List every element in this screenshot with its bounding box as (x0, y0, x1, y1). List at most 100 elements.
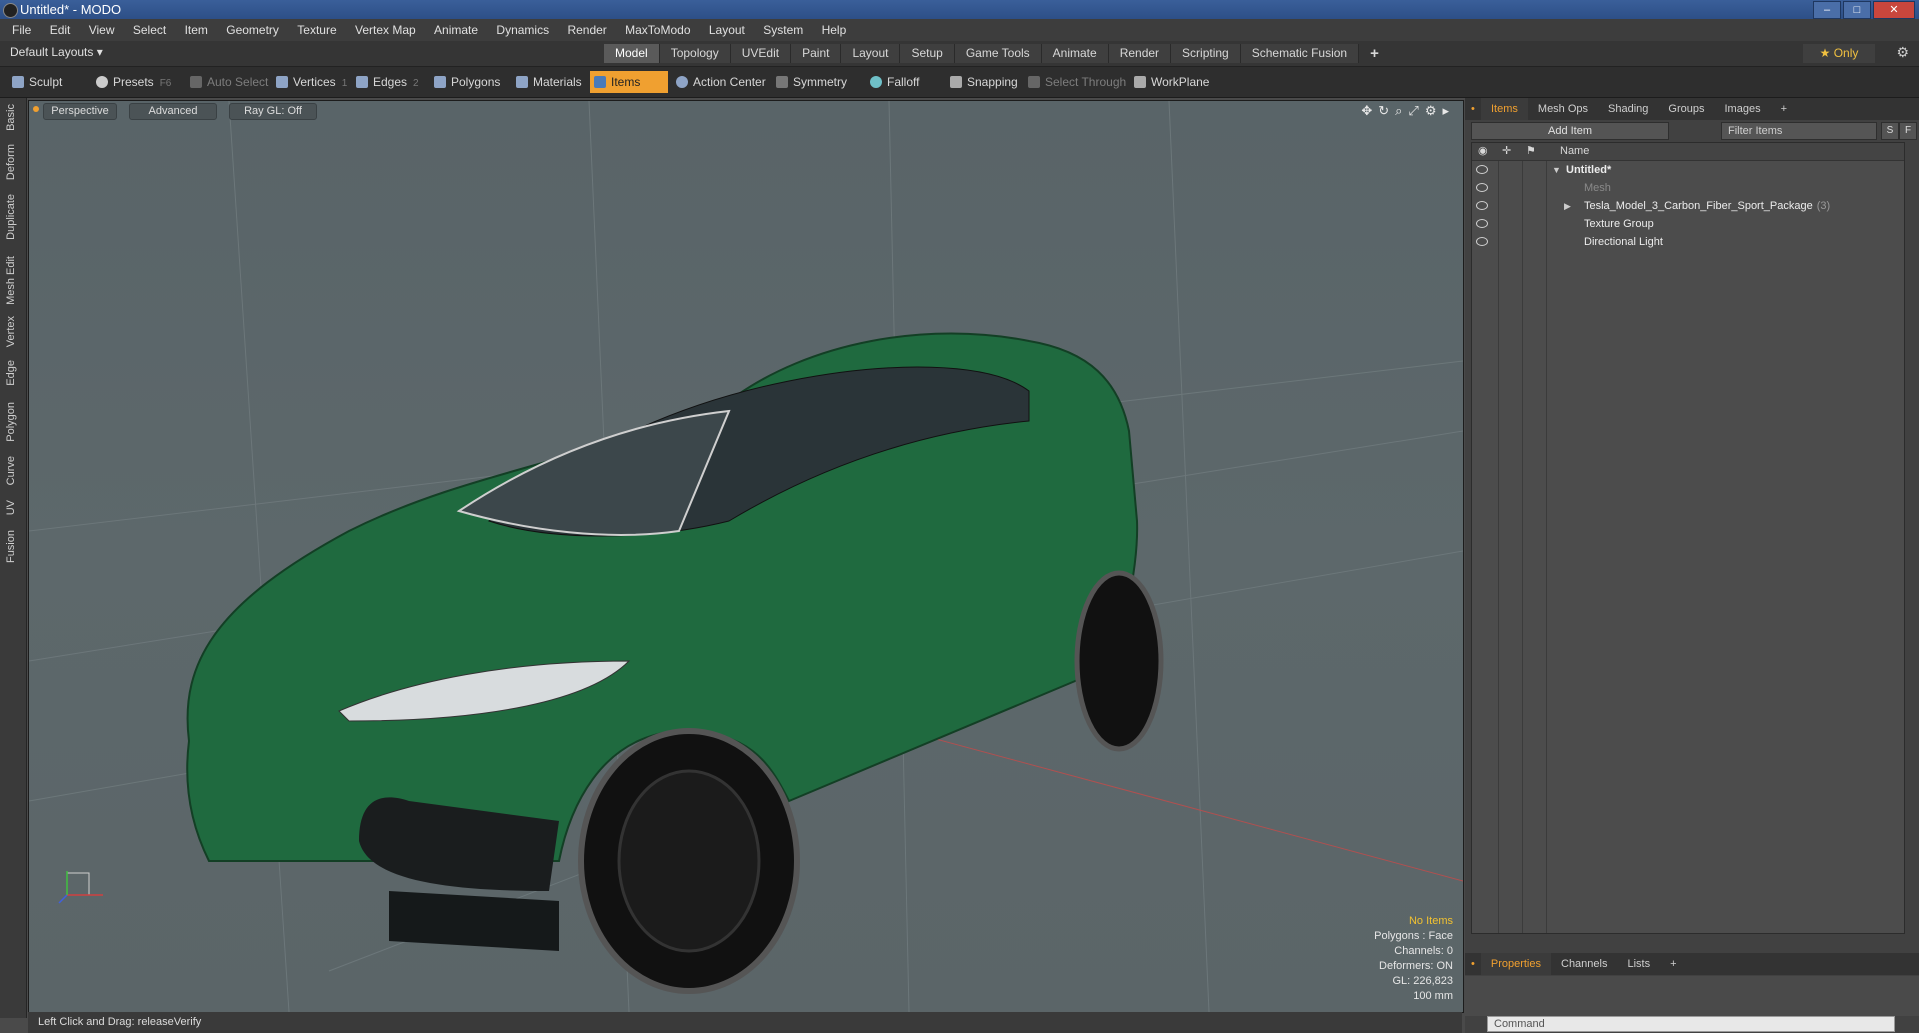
f-filter-button[interactable]: F (1899, 122, 1917, 140)
menu-maxtomodo[interactable]: MaxToModo (625, 23, 690, 37)
visibility-eye-icon[interactable] (1476, 237, 1488, 246)
zoom-view-icon[interactable]: ⌕ (1395, 103, 1402, 119)
menu-help[interactable]: Help (822, 23, 847, 37)
tab-groups[interactable]: Groups (1658, 98, 1714, 120)
menu-animate[interactable]: Animate (434, 23, 478, 37)
list-item[interactable]: Texture Group (1472, 215, 1904, 233)
select-through-button[interactable]: Select Through (1024, 71, 1130, 93)
expand-triangle-icon[interactable]: ▶ (1564, 197, 1571, 215)
x-axis-line (868, 720, 1463, 882)
falloff-button[interactable]: Falloff (866, 71, 923, 93)
viewport-settings-icon[interactable]: ⚙ (1425, 103, 1437, 119)
minimize-button[interactable]: – (1813, 1, 1841, 19)
materials-button[interactable]: Materials (512, 71, 586, 93)
tab-mesh-ops[interactable]: Mesh Ops (1528, 98, 1598, 120)
menu-texture[interactable]: Texture (297, 23, 336, 37)
symmetry-button[interactable]: Symmetry (772, 71, 851, 93)
action-center-button[interactable]: Action Center (672, 71, 770, 93)
visibility-eye-icon[interactable] (1476, 201, 1488, 210)
raygl-toggle[interactable]: Ray GL: Off (229, 103, 317, 120)
vertices-button[interactable]: Vertices 1 (272, 71, 351, 93)
left-tab-fusion[interactable]: Fusion (5, 530, 17, 563)
menu-view[interactable]: View (89, 23, 115, 37)
left-tab-edge[interactable]: Edge (5, 360, 17, 386)
add-item-dropdown[interactable]: Add Item (1471, 122, 1669, 140)
viewport-menu-dot[interactable] (33, 106, 39, 112)
3d-viewport[interactable]: Perspective Advanced Ray GL: Off ✥ ↻ ⌕ ⤢… (28, 100, 1464, 1013)
tab-animate[interactable]: Animate (1041, 44, 1109, 63)
list-item[interactable]: ▼ Untitled* (1472, 161, 1904, 179)
tab-topology[interactable]: Topology (659, 44, 731, 63)
left-tab-basic[interactable]: Basic (5, 104, 17, 131)
menu-file[interactable]: File (12, 23, 31, 37)
visibility-eye-icon[interactable] (1476, 183, 1488, 192)
collapse-triangle-icon[interactable]: ▼ (1552, 161, 1561, 179)
snapping-button[interactable]: Snapping (946, 71, 1022, 93)
left-tab-polygon[interactable]: Polygon (5, 402, 17, 442)
tab-schematic-fusion[interactable]: Schematic Fusion (1240, 44, 1360, 63)
workplane-button[interactable]: WorkPlane (1130, 71, 1213, 93)
menu-layout[interactable]: Layout (709, 23, 745, 37)
presets-button[interactable]: Presets F6 (92, 71, 175, 93)
menu-item[interactable]: Item (185, 23, 208, 37)
menu-dynamics[interactable]: Dynamics (496, 23, 549, 37)
tab-render[interactable]: Render (1108, 44, 1172, 63)
viewport-arrow-icon[interactable]: ▸ (1442, 103, 1449, 119)
polygons-button[interactable]: Polygons (430, 71, 504, 93)
tab-channels[interactable]: Channels (1551, 953, 1617, 975)
tab-scripting[interactable]: Scripting (1171, 44, 1241, 63)
default-layouts-dropdown[interactable]: Default Layouts ▾ (10, 45, 103, 59)
visibility-eye-icon[interactable] (1476, 219, 1488, 228)
tab-uvedit[interactable]: UVEdit (730, 44, 792, 63)
perspective-dropdown[interactable]: Perspective (43, 103, 117, 120)
filter-items-input[interactable]: Filter Items (1721, 122, 1877, 140)
tab-items[interactable]: Items (1481, 98, 1528, 120)
close-button[interactable]: ✕ (1873, 1, 1915, 19)
properties-menu-dot[interactable]: • (1465, 953, 1481, 975)
command-input[interactable]: Command (1487, 1016, 1895, 1032)
left-tab-vertex[interactable]: Vertex (5, 316, 17, 347)
tab-paint[interactable]: Paint (791, 44, 842, 63)
tab-game-tools[interactable]: Game Tools (954, 44, 1042, 63)
menu-vertex-map[interactable]: Vertex Map (355, 23, 416, 37)
advanced-dropdown[interactable]: Advanced (129, 103, 217, 120)
tab-lists[interactable]: Lists (1617, 953, 1660, 975)
list-item[interactable]: Mesh (1472, 179, 1904, 197)
s-filter-button[interactable]: S (1881, 122, 1899, 140)
tab-layout[interactable]: Layout (841, 44, 901, 63)
add-tab-button[interactable]: + (1359, 44, 1390, 63)
add-panel-tab-button[interactable]: + (1771, 98, 1797, 120)
auto-select-button[interactable]: Auto Select (186, 71, 272, 93)
edges-button[interactable]: Edges 2 (352, 71, 423, 93)
left-tab-uv[interactable]: UV (5, 500, 17, 515)
menu-edit[interactable]: Edit (50, 23, 71, 37)
maximize-button[interactable]: □ (1843, 1, 1871, 19)
only-toggle[interactable]: ★ Only (1803, 44, 1875, 63)
left-tab-deform[interactable]: Deform (5, 144, 17, 180)
tab-properties[interactable]: Properties (1480, 953, 1551, 975)
gear-icon[interactable]: ⚙ (1896, 44, 1909, 61)
menu-select[interactable]: Select (133, 23, 166, 37)
fit-view-icon[interactable]: ⤢ (1408, 103, 1418, 119)
move-view-icon[interactable]: ✥ (1361, 103, 1372, 119)
tab-images[interactable]: Images (1715, 98, 1771, 120)
left-tab-curve[interactable]: Curve (5, 456, 17, 485)
items-button[interactable]: Items (590, 71, 668, 93)
tab-model[interactable]: Model (604, 44, 660, 63)
list-item[interactable]: ▶ Tesla_Model_3_Carbon_Fiber_Sport_Packa… (1472, 197, 1904, 215)
list-item[interactable]: Directional Light (1472, 233, 1904, 251)
tab-setup[interactable]: Setup (900, 44, 955, 63)
panel-menu-dot[interactable]: • (1465, 98, 1481, 120)
visibility-eye-icon[interactable] (1476, 165, 1488, 174)
menu-system[interactable]: System (763, 23, 803, 37)
rotate-view-icon[interactable]: ↻ (1378, 103, 1389, 119)
menu-render[interactable]: Render (567, 23, 606, 37)
left-tab-duplicate[interactable]: Duplicate (5, 194, 17, 240)
add-properties-tab-button[interactable]: + (1660, 953, 1686, 975)
name-column-header[interactable]: Name (1560, 143, 1589, 160)
tab-shading[interactable]: Shading (1598, 98, 1658, 120)
sculpt-button[interactable]: Sculpt (8, 71, 66, 93)
window-title: Untitled* - MODO (20, 2, 122, 17)
left-tab-mesh-edit[interactable]: Mesh Edit (5, 256, 17, 305)
menu-geometry[interactable]: Geometry (226, 23, 279, 37)
